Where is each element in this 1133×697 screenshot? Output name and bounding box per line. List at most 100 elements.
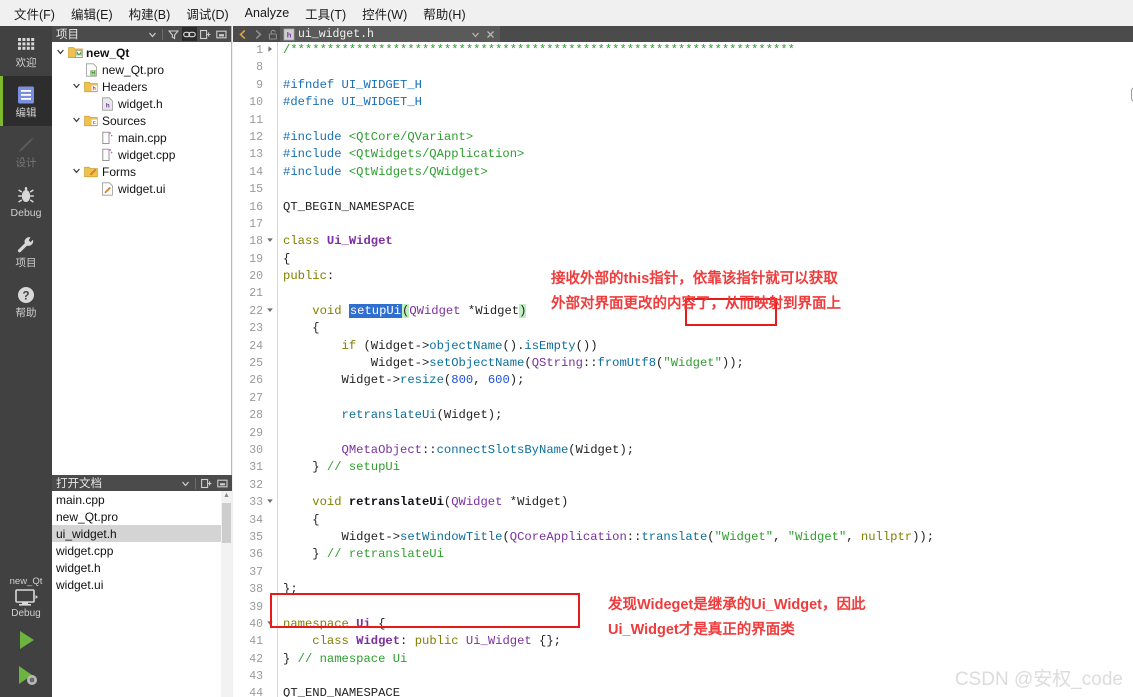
code-line[interactable]: 12 #include <QtCore/QVariant>	[233, 129, 1133, 146]
code-line[interactable]: 29	[233, 425, 1133, 442]
kit-selector[interactable]: new_Qt Debug	[0, 576, 52, 697]
tree-item-Headers[interactable]: h Headers	[52, 78, 231, 95]
minimize-icon[interactable]	[214, 27, 229, 41]
code-view[interactable]: 1 /**************************************…	[233, 42, 1133, 697]
code-line[interactable]: 26 Widget->resize(800, 600);	[233, 372, 1133, 389]
scrollbar-thumb[interactable]	[222, 503, 231, 543]
split-icon[interactable]	[199, 476, 214, 490]
code-line[interactable]: 27	[233, 390, 1133, 407]
forward-arrow-icon[interactable]	[250, 27, 265, 41]
line-number: 31	[249, 461, 263, 475]
menu-item[interactable]: 编辑(E)	[63, 1, 121, 26]
open-document-item[interactable]: widget.h	[52, 559, 232, 576]
code-line[interactable]: 31 } // setupUi	[233, 459, 1133, 476]
tree-item-main.cpp[interactable]: main.cpp	[52, 129, 231, 146]
code-line[interactable]: 15	[233, 181, 1133, 198]
code-line[interactable]: 24 if (Widget->objectName().isEmpty())	[233, 338, 1133, 355]
code-line[interactable]: 30 QMetaObject::connectSlotsByName(Widge…	[233, 442, 1133, 459]
code-line[interactable]: 18 class Ui_Widget	[233, 233, 1133, 250]
open-document-item[interactable]: ui_widget.h	[52, 525, 232, 542]
code-line[interactable]: 8	[233, 59, 1133, 76]
open-document-item[interactable]: main.cpp	[52, 491, 232, 508]
code-line[interactable]: 1 /**************************************…	[233, 42, 1133, 59]
menu-item[interactable]: 文件(F)	[6, 1, 63, 26]
code-line[interactable]: 37	[233, 564, 1133, 581]
open-document-item[interactable]: new_Qt.pro	[52, 508, 232, 525]
chevron-down-icon[interactable]	[468, 30, 483, 39]
code-line[interactable]: 33 void retranslateUi(QWidget *Widget)	[233, 494, 1133, 511]
close-icon[interactable]	[483, 30, 498, 39]
unlock-icon[interactable]	[265, 27, 280, 41]
fold-expanded-icon[interactable]	[265, 303, 275, 320]
code-line[interactable]: 23 {	[233, 320, 1133, 337]
open-documents-list[interactable]: main.cpp new_Qt.pro ui_widget.h widget.cpp w…	[52, 491, 232, 697]
tree-item-new_Qt[interactable]: new_Qt	[52, 44, 231, 61]
open-document-item[interactable]: widget.ui	[52, 576, 232, 593]
chevron-down-icon[interactable]	[54, 47, 67, 58]
line-number: 10	[249, 96, 263, 110]
code-line-text: {	[283, 321, 320, 336]
minimize-icon[interactable]	[215, 476, 230, 490]
line-number: 43	[249, 670, 263, 684]
fold-collapsed-icon[interactable]	[265, 42, 275, 59]
code-line[interactable]: 25 Widget->setObjectName(QString::fromUt…	[233, 355, 1133, 372]
open-documents-title: 打开文档	[56, 478, 102, 490]
toolbar-divider	[195, 477, 196, 489]
mode-button-Debug[interactable]: Debug	[0, 176, 52, 226]
chevron-down-icon[interactable]	[70, 81, 83, 92]
code-line[interactable]: 17	[233, 216, 1133, 233]
tree-item-widget.h[interactable]: h widget.h	[52, 95, 231, 112]
chevron-down-icon[interactable]	[178, 476, 193, 490]
back-arrow-icon[interactable]	[235, 27, 250, 41]
mode-button-项目[interactable]: 项目	[0, 226, 52, 276]
code-line-text: #include <QtWidgets/QApplication>	[283, 147, 525, 162]
fold-expanded-icon[interactable]	[265, 616, 275, 633]
project-tree[interactable]: new_Qt new_Qt.pro h Headers h widget.h c Source…	[52, 42, 231, 470]
editor-tab-ui-widget-h[interactable]: h ui_widget.h	[280, 26, 500, 42]
scroll-up-arrow-icon[interactable]: ▲	[221, 491, 232, 501]
fold-expanded-icon[interactable]	[265, 233, 275, 250]
debug-run-button[interactable]	[13, 663, 39, 692]
filter-icon[interactable]	[166, 27, 181, 41]
watermark: CSDN @安权_code	[954, 669, 1123, 690]
menu-item[interactable]: 调试(D)	[178, 1, 236, 26]
code-line[interactable]: 34 {	[233, 512, 1133, 529]
chevron-down-icon[interactable]	[70, 115, 83, 126]
chevron-down-icon[interactable]	[145, 27, 160, 41]
split-icon[interactable]	[198, 27, 213, 41]
line-number: 37	[249, 565, 263, 579]
menu-item[interactable]: 工具(T)	[297, 1, 354, 26]
code-line[interactable]: 13 #include <QtWidgets/QApplication>	[233, 146, 1133, 163]
tree-item-widget.ui[interactable]: widget.ui	[52, 180, 231, 197]
link-with-editor-icon[interactable]	[182, 27, 197, 41]
code-line[interactable]: 28 retranslateUi(Widget);	[233, 407, 1133, 424]
menu-item[interactable]: 控件(W)	[354, 1, 415, 26]
mode-button-帮助[interactable]: ? 帮助	[0, 276, 52, 326]
fold-expanded-icon[interactable]	[265, 494, 275, 511]
code-line[interactable]: 32	[233, 477, 1133, 494]
tree-item-label: main.cpp	[118, 130, 167, 145]
mode-button-欢迎[interactable]: 欢迎	[0, 26, 52, 76]
code-line[interactable]: 36 } // retranslateUi	[233, 546, 1133, 563]
menu-item[interactable]: Analyze	[237, 3, 297, 23]
code-line[interactable]: 11	[233, 112, 1133, 129]
chevron-down-icon[interactable]	[70, 166, 83, 177]
tree-item-Sources[interactable]: c Sources	[52, 112, 231, 129]
code-line[interactable]: 35 Widget->setWindowTitle(QCoreApplicati…	[233, 529, 1133, 546]
menu-item[interactable]: 帮助(H)	[415, 1, 473, 26]
tree-item-label: widget.cpp	[118, 147, 176, 162]
open-documents-scrollbar[interactable]: ▲	[221, 491, 232, 697]
code-line-text: Widget->setWindowTitle(QCoreApplication:…	[283, 529, 935, 544]
code-line[interactable]: 10 #define UI_WIDGET_H	[233, 94, 1133, 111]
mode-button-编辑[interactable]: 编辑	[0, 76, 52, 126]
code-line[interactable]: 16 QT_BEGIN_NAMESPACE	[233, 199, 1133, 216]
code-line[interactable]: 14 #include <QtWidgets/QWidget>	[233, 164, 1133, 181]
run-button[interactable]	[13, 628, 39, 657]
code-line[interactable]: 19 {	[233, 251, 1133, 268]
open-document-item[interactable]: widget.cpp	[52, 542, 232, 559]
menu-item[interactable]: 构建(B)	[121, 1, 179, 26]
tree-item-Forms[interactable]: Forms	[52, 163, 231, 180]
tree-item-widget.cpp[interactable]: widget.cpp	[52, 146, 231, 163]
code-line[interactable]: 9 #ifndef UI_WIDGET_H	[233, 77, 1133, 94]
tree-item-new_Qt.pro[interactable]: new_Qt.pro	[52, 61, 231, 78]
